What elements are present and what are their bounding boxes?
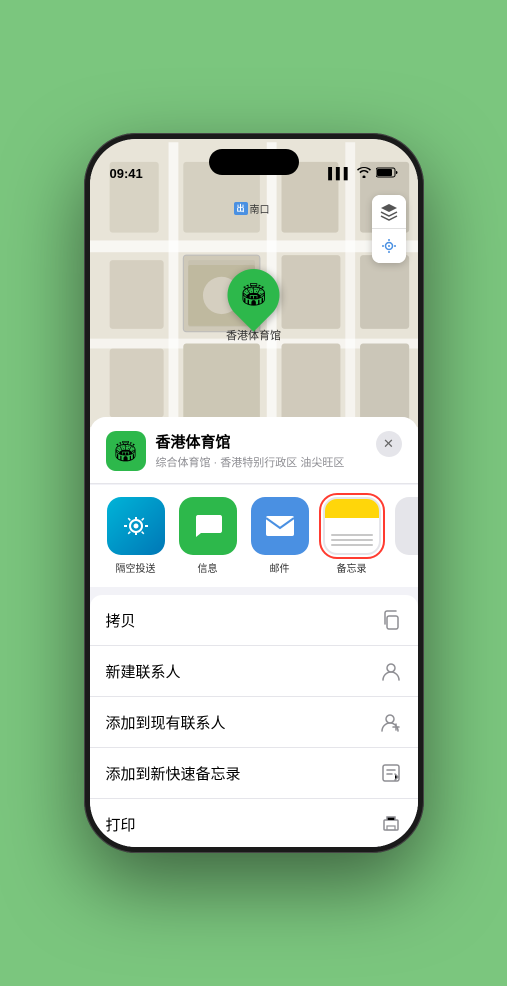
action-add-existing-label: 添加到现有联系人 (106, 712, 226, 733)
share-row: 隔空投送 信息 (90, 485, 418, 587)
map-label-text: 南口 (250, 201, 270, 216)
print-icon (380, 813, 402, 835)
share-item-notes[interactable]: 备忘录 (322, 497, 382, 575)
signal-icon: ▌▌▌ (328, 168, 351, 180)
copy-icon (380, 609, 402, 631)
notes-lines (325, 530, 379, 553)
mail-icon (265, 515, 295, 537)
notes-line-2 (331, 539, 373, 541)
action-add-existing-contact[interactable]: 添加到现有联系人 (90, 697, 418, 748)
action-new-contact[interactable]: 新建联系人 (90, 646, 418, 697)
map-controls (372, 195, 406, 263)
phone-screen: 09:41 ▌▌▌ (90, 139, 418, 847)
notes-icon-box (323, 497, 381, 555)
messages-label: 信息 (198, 560, 218, 575)
mail-icon-box (251, 497, 309, 555)
notes-line-1 (331, 534, 373, 536)
map-label-badge: 出 (234, 202, 248, 215)
share-item-messages[interactable]: 信息 (178, 497, 238, 575)
action-copy-label: 拷贝 (106, 610, 136, 631)
airdrop-icon (122, 512, 150, 540)
mail-label: 邮件 (270, 560, 290, 575)
new-contact-icon (380, 660, 402, 682)
action-new-contact-label: 新建联系人 (106, 661, 181, 682)
close-button[interactable]: ✕ (376, 431, 402, 457)
dynamic-island (209, 149, 299, 175)
messages-icon (193, 512, 223, 540)
action-print-label: 打印 (106, 814, 136, 835)
stadium-icon: 🏟 (240, 282, 268, 308)
add-contact-icon (380, 711, 402, 733)
action-quick-note-label: 添加到新快速备忘录 (106, 763, 241, 784)
quick-note-icon (380, 762, 402, 784)
action-copy[interactable]: 拷贝 (90, 595, 418, 646)
airdrop-icon-box (107, 497, 165, 555)
action-list: 拷贝 新建联系人 添加到现有联系人 (90, 595, 418, 847)
share-item-airdrop[interactable]: 隔空投送 (106, 497, 166, 575)
action-print[interactable]: 打印 (90, 799, 418, 847)
marker-pin: 🏟 (217, 258, 291, 332)
messages-icon-box (179, 497, 237, 555)
battery-icon (376, 167, 398, 181)
action-quick-note[interactable]: 添加到新快速备忘录 (90, 748, 418, 799)
share-item-more[interactable]: 提 (394, 497, 418, 575)
place-icon: 🏟 (106, 431, 146, 471)
place-name: 香港体育馆 (156, 431, 366, 452)
share-item-mail[interactable]: 邮件 (250, 497, 310, 575)
layers-icon (380, 203, 398, 221)
map-layers-button[interactable] (372, 195, 406, 229)
wifi-icon (357, 167, 371, 181)
more-icon-box (395, 497, 418, 555)
bottom-sheet: 🏟 香港体育馆 综合体育馆 · 香港特别行政区 油尖旺区 ✕ (90, 417, 418, 847)
location-icon (381, 238, 397, 254)
location-marker: 🏟 香港体育馆 (226, 269, 281, 343)
place-header: 🏟 香港体育馆 综合体育馆 · 香港特别行政区 油尖旺区 ✕ (90, 417, 418, 484)
place-info: 香港体育馆 综合体育馆 · 香港特别行政区 油尖旺区 (156, 431, 366, 470)
map-south-label: 出 南口 (234, 201, 270, 216)
notes-label: 备忘录 (337, 560, 367, 575)
place-subtitle: 综合体育馆 · 香港特别行政区 油尖旺区 (156, 454, 366, 470)
airdrop-label: 隔空投送 (116, 560, 156, 575)
status-icons: ▌▌▌ (328, 167, 397, 181)
notes-line-3 (331, 544, 373, 546)
phone-frame: 09:41 ▌▌▌ (84, 133, 424, 853)
map-location-button[interactable] (372, 229, 406, 263)
status-time: 09:41 (110, 166, 143, 181)
